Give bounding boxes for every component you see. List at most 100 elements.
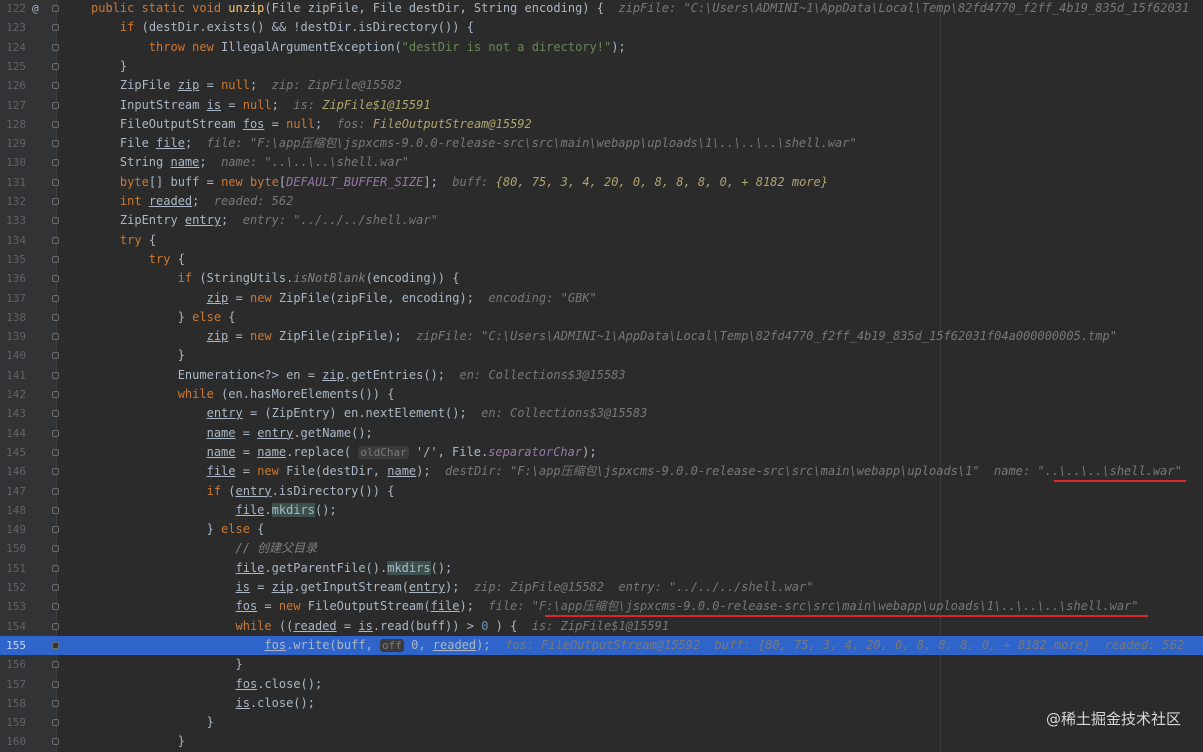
line-number[interactable]: 140 xyxy=(0,346,26,365)
line-number[interactable]: 160 xyxy=(0,732,26,751)
line-number[interactable]: 148 xyxy=(0,501,26,520)
line-number[interactable]: 139 xyxy=(0,327,26,346)
fold-marker-icon[interactable] xyxy=(52,391,59,398)
fold-marker-icon[interactable] xyxy=(52,294,59,302)
fold-marker-icon[interactable] xyxy=(52,313,59,321)
code-line-breakpoint-current[interactable]: 155 fos.write(buff, off 0, readed); fos:… xyxy=(0,635,1203,656)
code-line[interactable]: 145 name = name.replace( oldChar '/', Fi… xyxy=(0,443,1203,462)
code-line[interactable]: 134 try { xyxy=(0,231,1203,250)
fold-marker-icon[interactable] xyxy=(52,198,59,205)
code-line[interactable]: 148 file.mkdirs(); xyxy=(0,501,1203,520)
code-line[interactable]: 150 // 创建父目录 xyxy=(0,539,1203,558)
fold-marker-icon[interactable] xyxy=(52,545,59,553)
code-line[interactable]: 133 ZipEntry entry; entry: "../../../she… xyxy=(0,211,1203,230)
code-line[interactable]: 156 } xyxy=(0,655,1203,674)
fold-marker-icon[interactable] xyxy=(52,120,59,128)
fold-marker-icon[interactable] xyxy=(52,352,59,360)
code-line[interactable]: 140 } xyxy=(0,346,1203,365)
line-number[interactable]: 137 xyxy=(0,289,26,308)
fold-marker-icon[interactable] xyxy=(52,24,59,32)
fold-marker-icon[interactable] xyxy=(52,603,59,611)
line-number[interactable]: 123 xyxy=(0,18,26,37)
code-line[interactable]: 143 entry = (ZipEntry) en.nextElement();… xyxy=(0,404,1203,423)
code-line[interactable]: 147 if (entry.isDirectory()) { xyxy=(0,482,1203,501)
code-line[interactable]: 149 } else { xyxy=(0,520,1203,539)
override-marker-icon[interactable]: @ xyxy=(32,0,39,18)
line-number[interactable]: 126 xyxy=(0,76,26,95)
line-number[interactable]: 138 xyxy=(0,308,26,327)
line-number[interactable]: 133 xyxy=(0,211,26,230)
line-number[interactable]: 128 xyxy=(0,115,26,134)
fold-marker-icon[interactable] xyxy=(52,275,59,283)
line-number[interactable]: 150 xyxy=(0,539,26,558)
fold-marker-icon[interactable] xyxy=(52,236,59,244)
fold-marker-icon[interactable] xyxy=(52,255,59,263)
code-line[interactable]: 137 zip = new ZipFile(zipFile, encoding)… xyxy=(0,289,1203,308)
code-line[interactable]: 142 while (en.hasMoreElements()) { xyxy=(0,385,1203,404)
fold-marker-icon[interactable] xyxy=(52,448,59,456)
fold-marker-icon[interactable] xyxy=(52,661,59,669)
fold-marker-icon[interactable] xyxy=(52,62,59,70)
code-line[interactable]: 138 } else { xyxy=(0,308,1203,327)
code-line[interactable]: 136 if (StringUtils.isNotBlank(encoding)… xyxy=(0,269,1203,288)
code-line[interactable]: 146 file = new File(destDir, name); dest… xyxy=(0,462,1203,481)
line-number[interactable]: 146 xyxy=(0,462,26,481)
fold-marker-icon[interactable] xyxy=(52,526,59,534)
line-number[interactable]: 157 xyxy=(0,675,26,694)
code-line[interactable]: 126 ZipFile zip = null; zip: ZipFile@155… xyxy=(0,76,1203,95)
line-number[interactable]: 151 xyxy=(0,559,26,578)
fold-marker-icon[interactable] xyxy=(52,584,59,591)
line-number[interactable]: 136 xyxy=(0,269,26,288)
code-line[interactable]: 124 throw new IllegalArgumentException("… xyxy=(0,38,1203,57)
fold-marker-icon[interactable] xyxy=(52,371,59,379)
line-number[interactable]: 152 xyxy=(0,578,26,597)
code-line[interactable]: 151 file.getParentFile().mkdirs(); xyxy=(0,559,1203,578)
code-line[interactable]: 135 try { xyxy=(0,250,1203,269)
code-line[interactable]: 152 is = zip.getInputStream(entry); zip:… xyxy=(0,578,1203,597)
code-line[interactable]: 159 } xyxy=(0,713,1203,732)
code-line[interactable]: 122 @ public static void unzip(File zipFil… xyxy=(0,0,1203,18)
fold-marker-icon[interactable] xyxy=(52,43,59,51)
fold-marker-icon[interactable] xyxy=(52,564,59,572)
line-number[interactable]: 132 xyxy=(0,192,26,211)
line-number[interactable]: 142 xyxy=(0,385,26,404)
fold-marker-icon[interactable] xyxy=(52,429,59,437)
line-number[interactable]: 155 xyxy=(0,636,26,655)
fold-marker-icon[interactable] xyxy=(52,178,59,186)
fold-marker-icon[interactable] xyxy=(52,140,59,148)
code-line[interactable]: 125 } xyxy=(0,57,1203,76)
line-number[interactable]: 154 xyxy=(0,617,26,636)
code-line[interactable]: 131 byte[] buff = new byte[DEFAULT_BUFFE… xyxy=(0,173,1203,192)
line-number[interactable]: 158 xyxy=(0,694,26,713)
fold-marker-icon[interactable] xyxy=(52,5,59,12)
fold-marker-icon[interactable] xyxy=(52,506,59,514)
line-number[interactable]: 145 xyxy=(0,443,26,462)
fold-marker-icon[interactable] xyxy=(52,468,59,476)
code-line[interactable]: 130 String name; name: "..\..\..\shell.w… xyxy=(0,153,1203,172)
line-number[interactable]: 127 xyxy=(0,96,26,115)
fold-marker-icon[interactable] xyxy=(52,641,59,649)
line-number[interactable]: 125 xyxy=(0,57,26,76)
code-line[interactable]: 123 if (destDir.exists() && !destDir.isD… xyxy=(0,18,1203,37)
fold-marker-icon[interactable] xyxy=(52,410,59,418)
line-number[interactable]: 129 xyxy=(0,134,26,153)
line-number[interactable]: 130 xyxy=(0,153,26,172)
fold-marker-icon[interactable] xyxy=(52,159,59,167)
fold-marker-icon[interactable] xyxy=(52,333,59,341)
fold-marker-icon[interactable] xyxy=(52,719,59,727)
line-number[interactable]: 147 xyxy=(0,482,26,501)
line-number[interactable]: 143 xyxy=(0,404,26,423)
line-number[interactable]: 134 xyxy=(0,231,26,250)
fold-marker-icon[interactable] xyxy=(52,217,59,225)
code-line[interactable]: 154 while ((readed = is.read(buff)) > 0 … xyxy=(0,617,1203,636)
code-line[interactable]: 144 name = entry.getName(); xyxy=(0,424,1203,443)
fold-marker-icon[interactable] xyxy=(52,82,59,90)
code-line[interactable]: 160 } xyxy=(0,732,1203,751)
fold-marker-icon[interactable] xyxy=(52,487,59,495)
code-line[interactable]: 127 InputStream is = null; is: ZipFile$1… xyxy=(0,96,1203,115)
code-line[interactable]: 157 fos.close(); xyxy=(0,675,1203,694)
code-line[interactable]: 141 Enumeration<?> en = zip.getEntries()… xyxy=(0,366,1203,385)
line-number[interactable]: 153 xyxy=(0,597,26,616)
line-number[interactable]: 124 xyxy=(0,38,26,57)
line-number[interactable]: 144 xyxy=(0,424,26,443)
